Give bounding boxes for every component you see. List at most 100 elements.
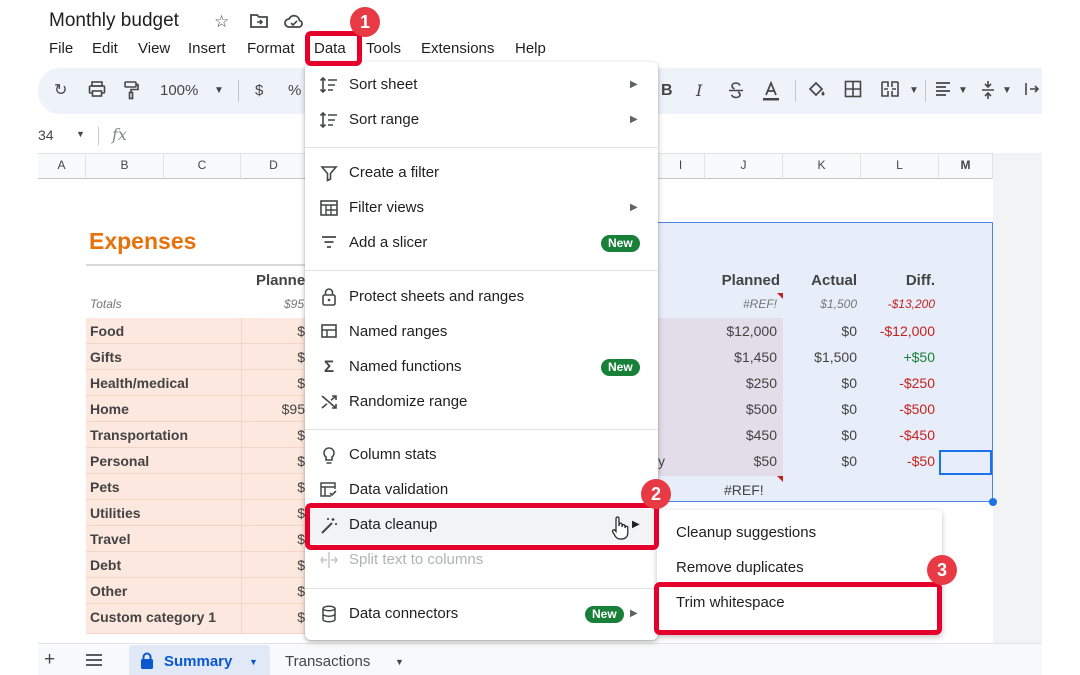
menu-filter-views[interactable]: Filter views	[349, 198, 424, 218]
menu-format[interactable]: Format	[247, 40, 295, 58]
active-cell[interactable]	[939, 450, 992, 475]
menu-file[interactable]: File	[49, 40, 73, 58]
strikethrough-icon[interactable]	[727, 80, 745, 107]
diff-value[interactable]: -$450	[899, 426, 935, 444]
menu-sort-range[interactable]: Sort range	[349, 110, 419, 130]
planned-cell[interactable]: $	[241, 578, 307, 604]
vertical-align-icon[interactable]	[980, 80, 996, 107]
column-header-i[interactable]: I	[657, 153, 705, 179]
totals-planned-left[interactable]: $95	[284, 297, 304, 311]
planned-cell[interactable]: $	[241, 370, 307, 396]
diff-value[interactable]: -$50	[907, 452, 935, 470]
star-icon[interactable]: ☆	[214, 12, 229, 32]
menu-cleanup-suggestions[interactable]: Cleanup suggestions	[676, 523, 816, 543]
menu-tools[interactable]: Tools	[366, 40, 401, 58]
category-cell[interactable]: Pets	[86, 474, 241, 500]
menu-remove-duplicates[interactable]: Remove duplicates	[676, 558, 804, 578]
tab-transactions-dropdown-icon[interactable]: ▼	[395, 657, 404, 667]
diff-value[interactable]: -$12,000	[880, 322, 935, 340]
fill-color-icon[interactable]	[807, 80, 827, 107]
planned-value[interactable]: $50	[754, 452, 777, 470]
name-box-dropdown-icon[interactable]: ▼	[76, 129, 85, 139]
expenses-title[interactable]: Expenses	[89, 228, 196, 255]
diff-value[interactable]: -$500	[899, 400, 935, 418]
menu-column-stats[interactable]: Column stats	[349, 445, 437, 465]
merge-cells-icon[interactable]	[880, 80, 900, 105]
menu-data-validation[interactable]: Data validation	[349, 480, 448, 500]
planned-value[interactable]: $12,000	[726, 322, 777, 340]
zoom-select[interactable]: 100%	[160, 80, 198, 102]
category-cell[interactable]: Personal	[86, 448, 241, 474]
category-cell[interactable]: Gifts	[86, 344, 241, 370]
zoom-dropdown-icon[interactable]: ▼	[214, 80, 224, 102]
paint-format-icon[interactable]	[123, 80, 139, 107]
diff-header[interactable]: Diff.	[906, 272, 935, 289]
valign-dropdown-icon[interactable]: ▼	[1002, 80, 1012, 102]
actual-value[interactable]: $0	[841, 374, 857, 392]
menu-help[interactable]: Help	[515, 40, 546, 58]
actual-value[interactable]: $0	[841, 322, 857, 340]
menu-view[interactable]: View	[138, 40, 170, 58]
column-header-m[interactable]: M	[939, 153, 993, 179]
move-folder-icon[interactable]	[249, 12, 269, 35]
add-sheet-icon[interactable]: +	[44, 650, 55, 670]
actual-header[interactable]: Actual	[811, 272, 857, 289]
planned-cell[interactable]: $	[241, 318, 307, 344]
category-cell[interactable]: Transportation	[86, 422, 241, 448]
tab-transactions-label[interactable]: Transactions	[285, 653, 370, 670]
totals-label[interactable]: Totals	[90, 297, 122, 311]
planned-cell[interactable]: $	[241, 604, 307, 634]
align-dropdown-icon[interactable]: ▼	[958, 80, 968, 102]
menu-extensions[interactable]: Extensions	[421, 40, 494, 58]
all-sheets-icon[interactable]	[85, 653, 103, 672]
tab-summary-label[interactable]: Summary	[164, 653, 232, 670]
column-header-j[interactable]: J	[705, 153, 783, 179]
name-box[interactable]: 34	[38, 127, 54, 143]
menu-named-functions[interactable]: Named functions	[349, 357, 462, 377]
planned-cell[interactable]: $95	[241, 396, 307, 422]
actual-value[interactable]: $0	[841, 426, 857, 444]
actual-value[interactable]: $0	[841, 400, 857, 418]
menu-edit[interactable]: Edit	[92, 40, 118, 58]
menu-data-connectors[interactable]: Data connectors	[349, 604, 458, 624]
totals-planned[interactable]: #REF!	[743, 297, 777, 311]
bold-button[interactable]: B	[661, 80, 673, 102]
totals-actual[interactable]: $1,500	[820, 297, 857, 311]
redo-icon[interactable]: ↻	[54, 80, 67, 102]
category-cell[interactable]: Utilities	[86, 500, 241, 526]
planned-cell[interactable]: $	[241, 422, 307, 448]
planned-value[interactable]: $1,450	[734, 348, 777, 366]
planned-cell[interactable]: $	[241, 344, 307, 370]
menu-insert[interactable]: Insert	[188, 40, 226, 58]
column-header-l[interactable]: L	[861, 153, 939, 179]
planned-value[interactable]: $500	[746, 400, 777, 418]
category-cell[interactable]: Travel	[86, 526, 241, 552]
column-header-d[interactable]: D	[241, 153, 307, 179]
planned-cell[interactable]: $	[241, 552, 307, 578]
totals-diff[interactable]: -$13,200	[888, 297, 935, 311]
menu-protect-sheets[interactable]: Protect sheets and ranges	[349, 287, 524, 307]
category-cell[interactable]: Other	[86, 578, 241, 604]
print-icon[interactable]	[88, 80, 106, 105]
percent-format-button[interactable]: %	[288, 80, 301, 102]
column-header-a[interactable]: A	[38, 153, 86, 179]
column-header-c[interactable]: C	[164, 153, 241, 179]
category-cell[interactable]: Home	[86, 396, 241, 422]
planned-header-left[interactable]: Planne	[256, 272, 305, 289]
diff-value[interactable]: -$250	[899, 374, 935, 392]
menu-randomize-range[interactable]: Randomize range	[349, 392, 467, 412]
currency-format-button[interactable]: $	[255, 80, 263, 102]
column-header-k[interactable]: K	[783, 153, 861, 179]
menu-add-slicer[interactable]: Add a slicer	[349, 233, 427, 253]
planned-cell[interactable]: $	[241, 474, 307, 500]
document-title[interactable]: Monthly budget	[49, 10, 179, 32]
planned-value[interactable]: $450	[746, 426, 777, 444]
text-wrapping-icon[interactable]	[1024, 80, 1040, 105]
tab-summary-dropdown-icon[interactable]: ▼	[249, 657, 258, 667]
category-cell[interactable]: Debt	[86, 552, 241, 578]
menu-sort-sheet[interactable]: Sort sheet	[349, 75, 417, 95]
planned-cell[interactable]: $	[241, 500, 307, 526]
cloud-status-icon[interactable]	[283, 12, 305, 35]
diff-value[interactable]: +$50	[903, 348, 935, 366]
fill-handle[interactable]	[989, 498, 997, 506]
